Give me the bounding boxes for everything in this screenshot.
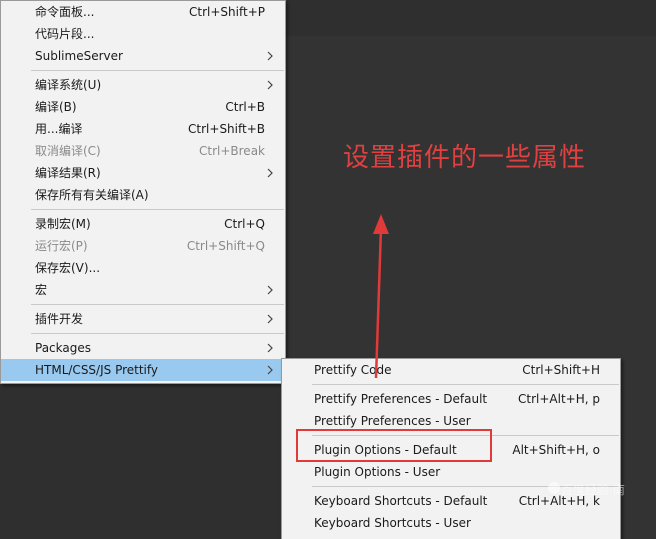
chevron-right-icon	[267, 359, 273, 388]
menu-item-sublimeserver[interactable]: SublimeServer	[1, 45, 285, 67]
menu-item-b[interactable]: 编译(B) Ctrl+B	[1, 96, 285, 118]
menu-item-label: SublimeServer	[35, 49, 123, 63]
menu-item-shortcut: Ctrl+B	[225, 100, 265, 114]
menu-item-2-3[interactable]: 宏	[1, 279, 285, 301]
menu-item-label: 取消编译(C)	[35, 144, 101, 158]
menu-item-keyboard-shortcuts-user[interactable]: Keyboard Shortcuts - User	[282, 512, 620, 534]
watermark-logo-icon	[548, 482, 560, 494]
watermark: 百度经验·南	[561, 483, 625, 497]
menu-item-label: 运行宏(P)	[35, 239, 88, 253]
menu-item-prettify-preferences-default[interactable]: Prettify Preferences - Default Ctrl+Alt+H…	[282, 388, 620, 410]
menu-item-r[interactable]: 编译结果(R)	[1, 162, 285, 184]
menu-item-a[interactable]: 保存所有有关编译(A)	[1, 184, 285, 206]
menu-item-label: 编译系统(U)	[35, 78, 102, 92]
menu-item-label: 插件开发	[35, 312, 84, 326]
menu-item-packages[interactable]: Packages	[1, 337, 285, 359]
menu-item-label: 用...编译	[35, 122, 83, 136]
menu-item-label: 录制宏(M)	[35, 217, 91, 231]
menu-item-label: 宏	[35, 283, 48, 297]
menu-item-0-0[interactable]: 命令面板... Ctrl+Shift+P	[1, 1, 285, 23]
menu-separator	[31, 70, 284, 71]
menu-item-0-1[interactable]: 代码片段...	[1, 23, 285, 45]
menu-separator	[31, 333, 284, 334]
menu-item-p: 运行宏(P) Ctrl+Shift+Q	[1, 235, 285, 257]
menu-item-shortcut: Ctrl+Break	[199, 144, 265, 158]
chevron-right-icon	[267, 279, 273, 308]
menu-item-label: Keyboard Shortcuts - User	[314, 516, 471, 530]
menu-item-shortcut: Ctrl+Shift+Q	[186, 239, 265, 253]
menu-item-label: 保存宏(V)...	[35, 261, 101, 275]
menu-item-c: 取消编译(C) Ctrl+Break	[1, 140, 285, 162]
menu-item-shortcut: Alt+Shift+H, o	[512, 443, 600, 457]
menu-item-label: 代码片段...	[35, 27, 95, 41]
menu-item-label: Keyboard Shortcuts - Default	[314, 494, 488, 508]
menu-item-m[interactable]: 录制宏(M) Ctrl+Q	[1, 213, 285, 235]
menu-separator	[31, 209, 284, 210]
menu-item-label: 编译(B)	[35, 100, 77, 114]
menu-item-shortcut: Ctrl+Shift+P	[189, 5, 265, 19]
menu-item-label: Prettify Code	[314, 363, 392, 377]
menu-item-u[interactable]: 编译系统(U)	[1, 74, 285, 96]
menu-item-label: Prettify Preferences - Default	[314, 392, 488, 406]
menu-item-v[interactable]: 保存宏(V)...	[1, 257, 285, 279]
highlight-box	[296, 429, 492, 462]
menu-item-html-css-js-prettify[interactable]: HTML/CSS/JS Prettify	[1, 359, 285, 381]
menu-separator	[312, 384, 619, 385]
menu-item-plugin-options-user[interactable]: Plugin Options - User	[282, 461, 620, 483]
menu-item-prettify-code[interactable]: Prettify Code Ctrl+Shift+H	[282, 359, 620, 381]
chevron-right-icon	[267, 308, 273, 337]
menu-item-label: 保存所有有关编译(A)	[35, 188, 149, 202]
menu-separator	[31, 304, 284, 305]
menu-item-3-0[interactable]: 插件开发	[1, 308, 285, 330]
menu-item-label: HTML/CSS/JS Prettify	[35, 363, 158, 377]
menu-item-label: 编译结果(R)	[35, 166, 101, 180]
menu-item-label: 命令面板...	[35, 5, 95, 19]
menu-item-shortcut: Ctrl+Shift+B	[188, 122, 265, 136]
tools-menu: 命令面板... Ctrl+Shift+P 代码片段... SublimeServer 编…	[0, 0, 286, 384]
menu-item-shortcut: Ctrl+Alt+H, p	[518, 392, 600, 406]
menu-item-label: Packages	[35, 341, 91, 355]
menu-item-shortcut: Ctrl+Q	[224, 217, 265, 231]
chevron-right-icon	[267, 45, 273, 74]
menu-item-shortcut: Ctrl+Shift+H	[522, 363, 600, 377]
menu-item-label: Plugin Options - User	[314, 465, 441, 479]
annotation-text: 设置插件的一些属性	[343, 143, 587, 173]
menu-item-1-2[interactable]: 用...编译 Ctrl+Shift+B	[1, 118, 285, 140]
